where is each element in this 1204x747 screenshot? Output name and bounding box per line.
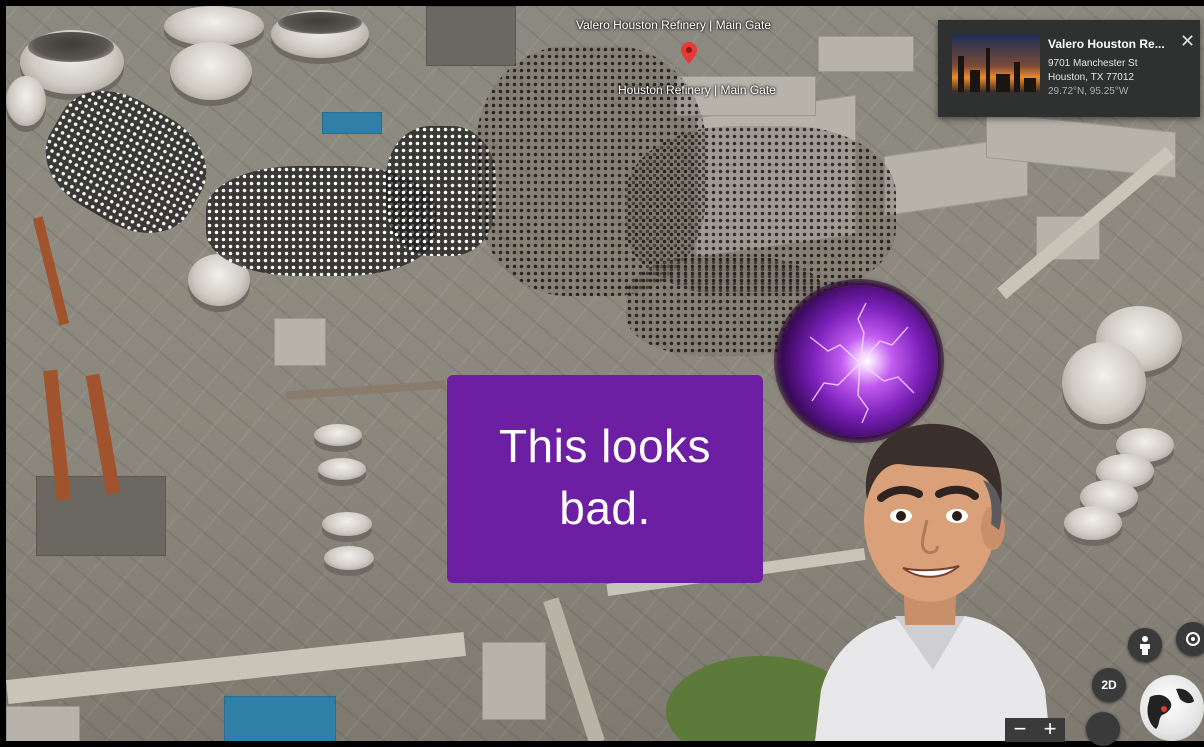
place-address-line2: Houston, TX 77012	[1048, 72, 1134, 83]
building-blue-roof	[322, 112, 382, 134]
map-pin-icon[interactable]	[681, 42, 697, 64]
storage-tank	[164, 6, 264, 46]
place-coordinates: 29.72°N, 95.25°W	[1048, 86, 1129, 97]
energy-orb	[780, 285, 938, 437]
road	[6, 632, 466, 704]
pegman-icon[interactable]	[1128, 628, 1162, 662]
speech-text: This looks bad.	[447, 415, 763, 539]
compass-icon[interactable]	[1086, 712, 1120, 746]
unit-vessel	[314, 424, 362, 446]
speech-line-1: This looks	[498, 420, 712, 472]
place-info-card[interactable]: Valero Houston Re... 9701 Manchester St …	[938, 20, 1200, 117]
storage-sphere	[1062, 342, 1146, 424]
pipe-rack	[543, 597, 605, 741]
target-icon[interactable]	[1176, 622, 1204, 656]
speech-bubble: This looks bad.	[447, 375, 763, 583]
unit-vessel	[318, 458, 366, 480]
place-address-line1: 9701 Manchester St	[1048, 58, 1138, 69]
cooling-tower	[1064, 506, 1122, 540]
storage-tank	[6, 76, 46, 126]
place-title[interactable]: Valero Houston Re...	[1048, 37, 1176, 51]
storage-tank-roof	[278, 12, 362, 34]
building-blue-roof	[224, 696, 336, 741]
zoom-in-button[interactable]: +	[1035, 718, 1065, 742]
speech-line-2: bad.	[559, 482, 651, 534]
place-label[interactable]: Houston Refinery | Main Gate	[618, 83, 776, 97]
pipe-rack	[285, 380, 447, 400]
storage-tank-roof	[28, 32, 114, 62]
avatar-character	[815, 423, 1050, 741]
zoom-control[interactable]: − +	[1005, 718, 1065, 742]
unit-vessel	[322, 512, 372, 536]
process-unit	[426, 6, 516, 66]
screen: Valero Houston Refinery | Main Gate Hous…	[0, 0, 1204, 747]
building	[482, 642, 546, 720]
building	[274, 318, 326, 366]
unit-vessel	[324, 546, 374, 570]
close-icon[interactable]: ✕	[1180, 32, 1195, 50]
place-label[interactable]: Valero Houston Refinery | Main Gate	[576, 18, 771, 32]
zoom-out-button[interactable]: −	[1005, 718, 1035, 742]
stack	[32, 216, 70, 326]
building	[6, 706, 80, 741]
mode-2d-button[interactable]: 2D	[1092, 668, 1126, 702]
place-thumbnail[interactable]	[952, 34, 1040, 92]
storage-tank	[170, 42, 252, 100]
globe-icon[interactable]	[1140, 675, 1204, 741]
building	[818, 36, 914, 72]
